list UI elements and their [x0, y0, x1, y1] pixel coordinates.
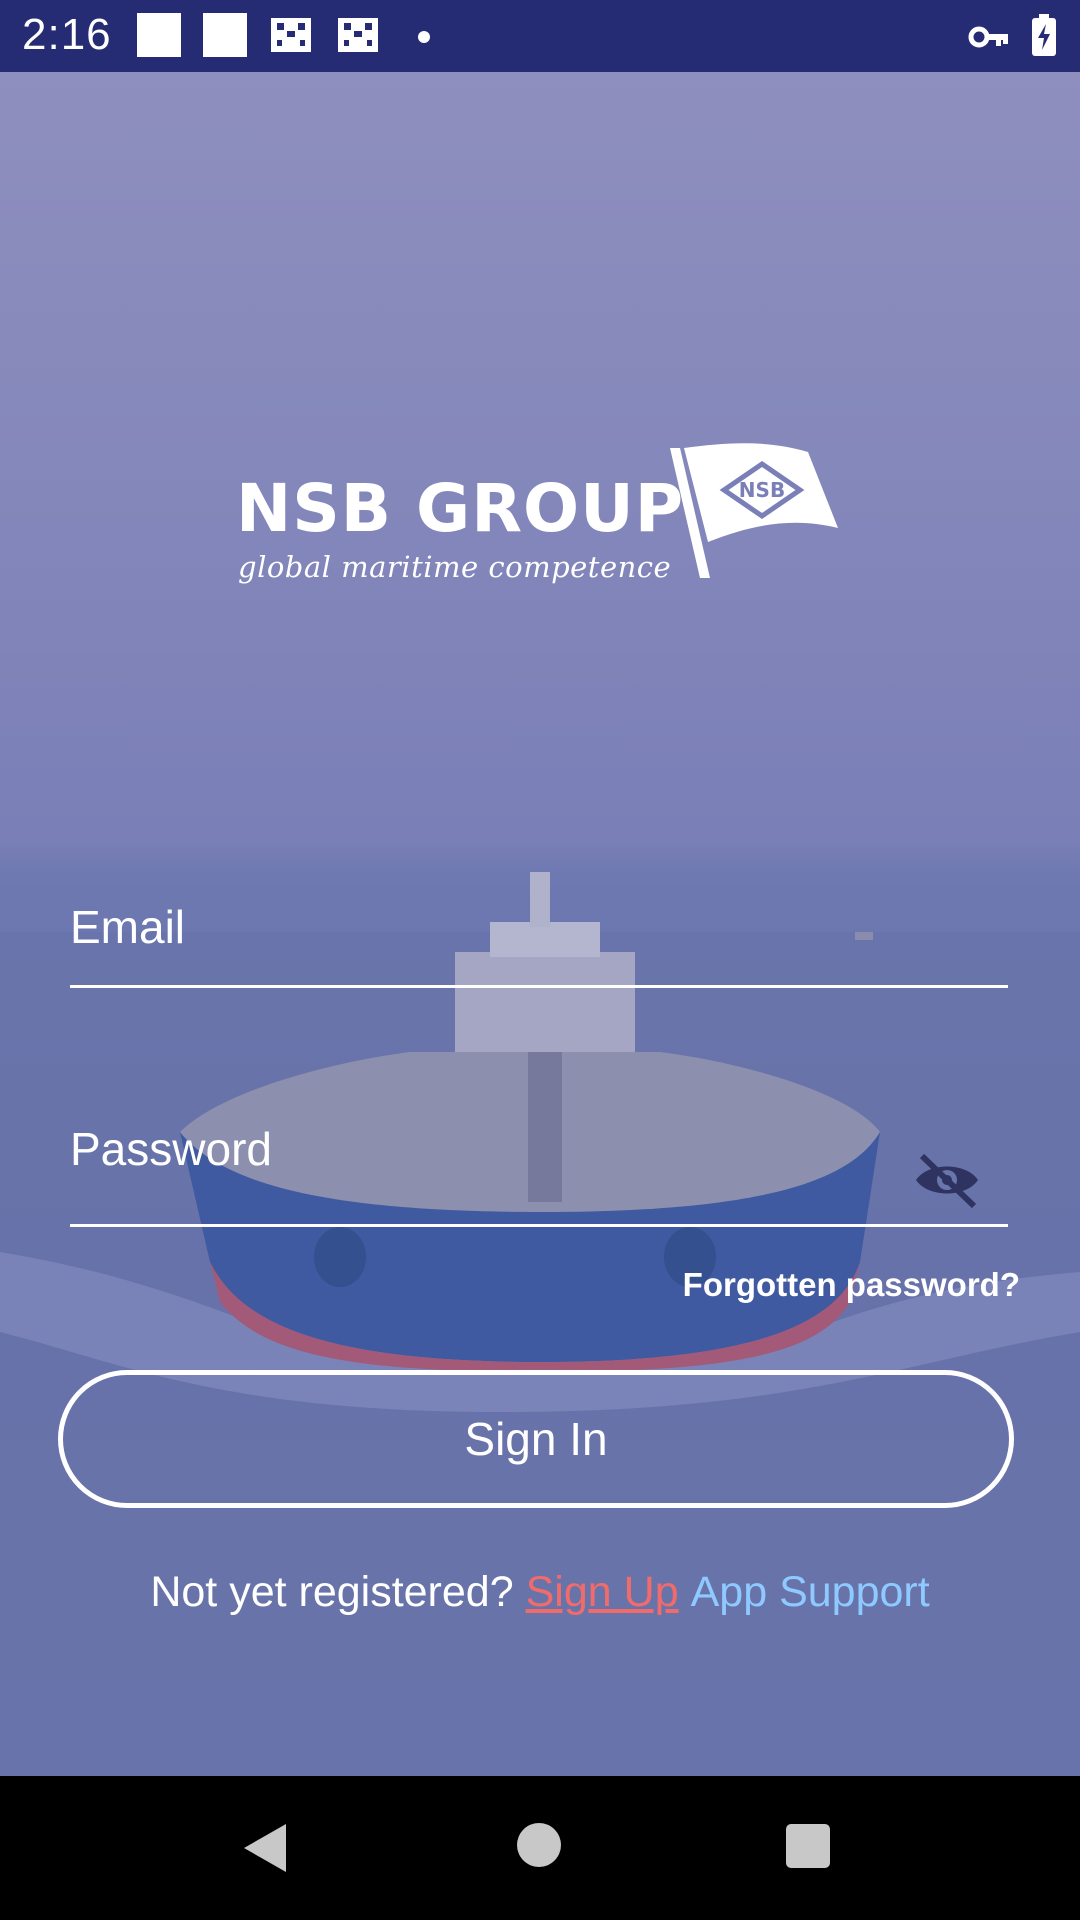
sign-in-button[interactable]: Sign In	[58, 1370, 1014, 1508]
grid-notification-icon	[271, 18, 311, 52]
status-bar: 2:16	[0, 0, 1080, 72]
not-registered-text: Not yet registered?	[150, 1568, 514, 1616]
back-icon[interactable]	[240, 1822, 290, 1874]
logo-tagline: global maritime competence	[238, 550, 672, 584]
sign-in-label: Sign In	[464, 1413, 608, 1465]
flag-text: NSB	[739, 478, 785, 502]
nsb-group-logo-text: NSB GROUP	[236, 470, 685, 547]
password-field-underline	[70, 1224, 1008, 1227]
email-field[interactable]: Email	[70, 900, 185, 954]
recents-icon[interactable]	[786, 1824, 830, 1868]
battery-charging-icon	[1032, 14, 1056, 56]
dot-icon	[418, 31, 430, 43]
notification-square-icon	[203, 13, 247, 57]
sign-up-link[interactable]: Sign Up	[526, 1568, 679, 1616]
navigation-bar	[0, 1776, 1080, 1920]
email-field-underline	[70, 985, 1008, 988]
status-time: 2:16	[22, 10, 112, 59]
forgotten-password-link[interactable]: Forgotten password?	[683, 1266, 1020, 1304]
visibility-off-icon[interactable]	[912, 1150, 982, 1210]
notification-square-icon	[137, 13, 181, 57]
vpn-key-icon	[968, 26, 1008, 48]
home-icon[interactable]	[517, 1823, 561, 1867]
password-field[interactable]: Password	[70, 1122, 272, 1176]
nsb-flag-logo-icon: NSB	[670, 443, 838, 578]
app-support-link[interactable]: App Support	[691, 1568, 930, 1616]
grid-notification-icon	[338, 18, 378, 52]
footer-links: Not yet registered? Sign Up App Support	[0, 1568, 1080, 1617]
